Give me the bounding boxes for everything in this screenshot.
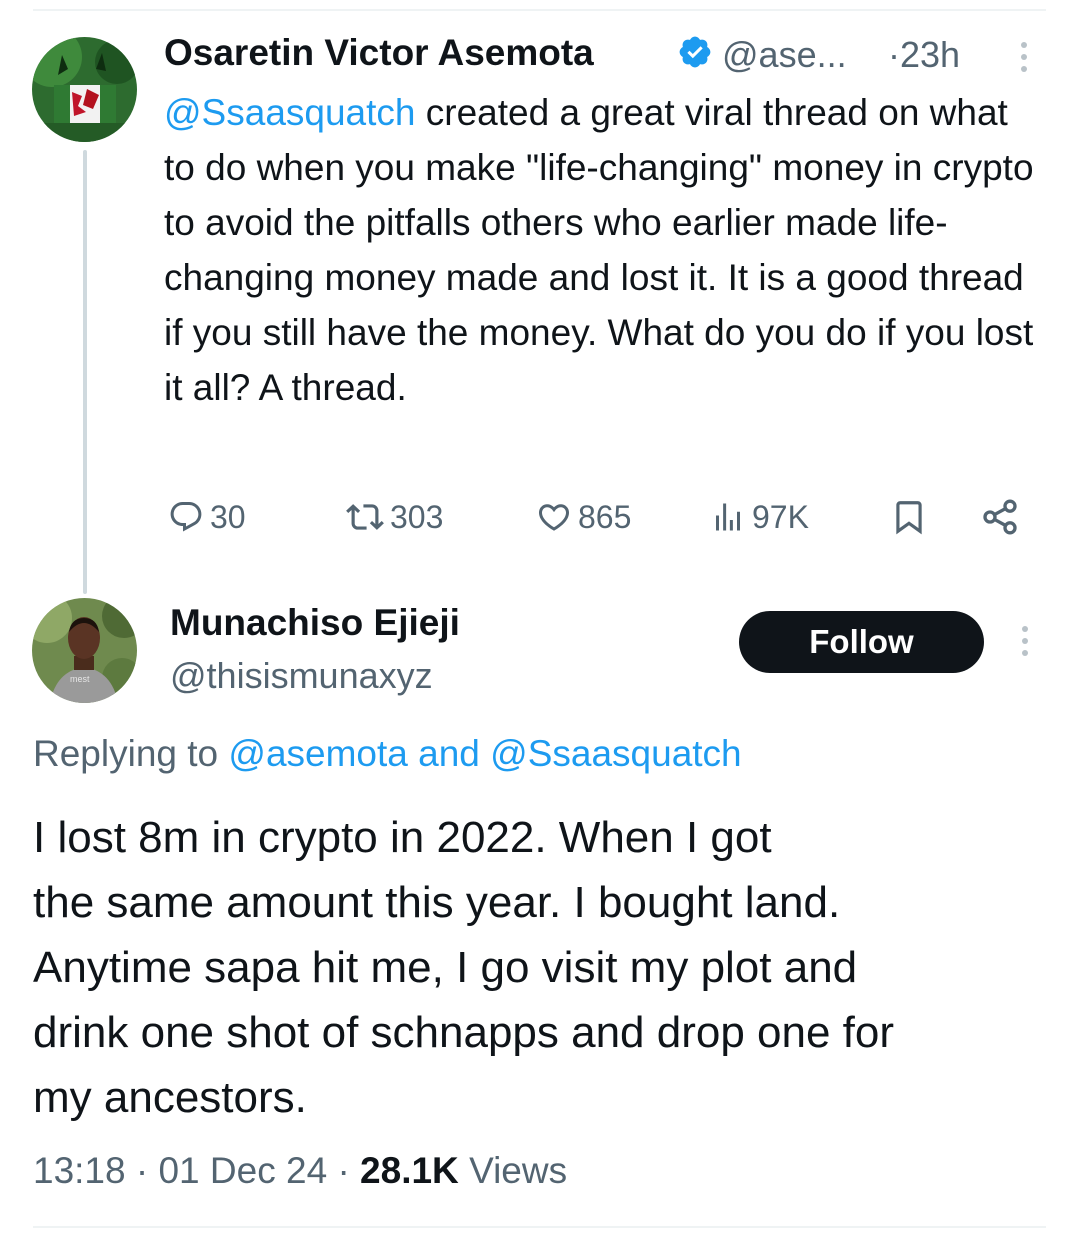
mention-link[interactable]: @Ssaasquatch <box>164 92 415 133</box>
reply-icon <box>170 502 202 532</box>
reply-text-line: Anytime sapa hit me, I go visit my plot … <box>33 943 858 992</box>
replying-to-mentions[interactable]: @asemota and @Ssaasquatch <box>228 733 741 774</box>
repost-icon <box>346 504 384 530</box>
parent-more-dots-icon[interactable] <box>1019 42 1029 78</box>
reply-tweet-text: I lost 8m in crypto in 2022. When I got … <box>33 805 1053 1130</box>
follow-button[interactable]: Follow <box>739 611 984 673</box>
reply-author-name[interactable]: Munachiso Ejieji <box>170 602 460 644</box>
bookmark-icon <box>896 501 922 535</box>
meta-separator: · <box>337 1150 350 1191</box>
like-count: 865 <box>578 498 632 535</box>
repost-count: 303 <box>390 498 444 535</box>
parent-author-name[interactable]: Osaretin Victor Asemota <box>164 32 594 74</box>
views-button[interactable]: 97K <box>710 493 809 541</box>
parent-tweet-body: created a great viral thread on what to … <box>164 92 1034 408</box>
reply-button[interactable]: 30 <box>168 493 246 541</box>
replying-to-line: Replying to @asemota and @Ssaasquatch <box>33 733 742 775</box>
share-button[interactable] <box>980 493 1020 541</box>
meta-separator: · <box>135 1150 149 1191</box>
thread-connector-line <box>83 150 87 594</box>
verified-badge-icon <box>679 36 711 68</box>
top-divider <box>33 9 1046 11</box>
reply-views-label: Views <box>469 1150 568 1191</box>
parent-action-bar: 30 303 865 97K <box>164 493 1044 541</box>
share-icon <box>983 499 1017 535</box>
reply-more-dots-icon[interactable] <box>1020 626 1030 662</box>
reply-author-handle[interactable]: @thisismunaxyz <box>170 655 433 697</box>
reply-text-line: my ancestors. <box>33 1073 307 1122</box>
reply-meta: 13:18 · 01 Dec 24 · 28.1K Views <box>33 1150 567 1192</box>
like-button[interactable]: 865 <box>536 493 631 541</box>
bottom-divider <box>33 1226 1046 1228</box>
reply-date[interactable]: 01 Dec 24 <box>158 1150 327 1191</box>
reply-views-count[interactable]: 28.1K <box>360 1150 459 1191</box>
replying-prefix: Replying to <box>33 733 219 774</box>
reply-time[interactable]: 13:18 <box>33 1150 126 1191</box>
bookmark-button[interactable] <box>890 493 928 541</box>
parent-timestamp[interactable]: ·23h <box>888 34 960 76</box>
like-icon <box>538 504 570 531</box>
avatar-shirt-logo: mest <box>70 674 90 684</box>
views-icon <box>716 503 740 531</box>
reply-author-avatar[interactable]: mest <box>32 598 137 703</box>
reply-text-line: the same amount this year. I bought land… <box>33 878 841 927</box>
repost-button[interactable]: 303 <box>346 493 443 541</box>
parent-tweet-header: Osaretin Victor Asemota @ase... ·23h <box>164 28 1044 80</box>
parent-author-handle[interactable]: @ase... <box>722 34 847 76</box>
reply-text-line: drink one shot of schnapps and drop one … <box>33 1008 895 1057</box>
parent-tweet-text: @Ssaasquatch created a great viral threa… <box>164 85 1044 415</box>
views-count: 97K <box>752 498 809 535</box>
reply-count: 30 <box>210 498 246 535</box>
reply-text-line: I lost 8m in crypto in 2022. When I got <box>33 813 772 862</box>
parent-author-avatar[interactable] <box>32 37 137 142</box>
